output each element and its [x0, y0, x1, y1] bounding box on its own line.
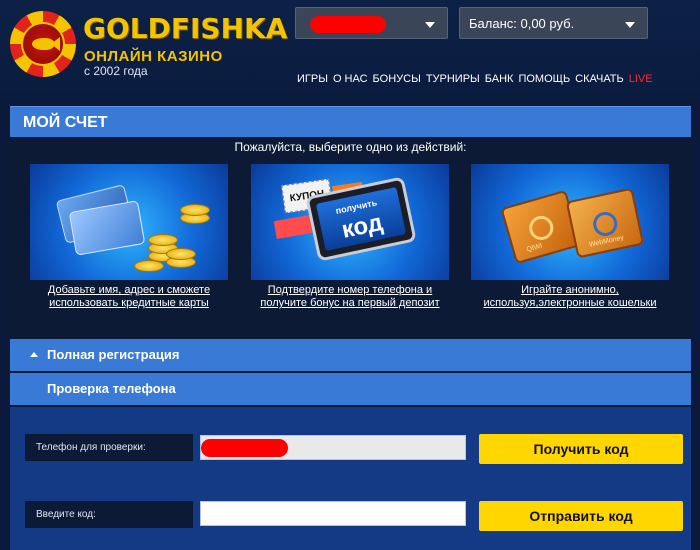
- option-link-ewallets[interactable]: Играйте анонимно, используя,электронные …: [460, 284, 680, 310]
- redacted-username: [310, 16, 386, 33]
- coin-icon: [134, 260, 164, 272]
- option-card-phone-code[interactable]: КУПОН получить код: [251, 164, 449, 280]
- nav-item-tournaments[interactable]: ТУРНИРЫ: [426, 73, 480, 85]
- nav-item-games[interactable]: ИГРЫ: [297, 73, 328, 85]
- accordion-label: Полная регистрация: [47, 347, 180, 362]
- page-title: МОЙ СЧЕТ: [10, 106, 691, 137]
- nav-item-about[interactable]: О НАС: [333, 73, 368, 85]
- webmoney-wallet-icon: WebMoney: [565, 187, 645, 259]
- site-header: GOLDFISHKA ОНЛАЙН КАЗИНО с 2002 года Бал…: [0, 0, 700, 100]
- action-prompt: Пожалуйста, выберите одно из действий:: [234, 140, 467, 154]
- nav-item-bonuses[interactable]: БОНУСЫ: [373, 73, 421, 85]
- accordion-label: Проверка телефона: [47, 381, 176, 396]
- main-nav: ИГРЫ О НАС БОНУСЫ ТУРНИРЫ БАНК ПОМОЩЬ СК…: [297, 73, 653, 85]
- redacted-phone: [201, 439, 288, 457]
- coin-icon: [166, 248, 196, 260]
- accordion-full-registration[interactable]: Полная регистрация: [10, 339, 691, 371]
- logo-chip-icon[interactable]: [10, 11, 76, 77]
- nav-item-help[interactable]: ПОМОЩЬ: [518, 73, 570, 85]
- logo-subtitle: ОНЛАЙН КАЗИНО: [84, 48, 223, 65]
- coupon-icon: [273, 215, 313, 239]
- balance-label: Баланс: 0,00 руб.: [469, 16, 575, 31]
- chevron-down-icon: [425, 22, 435, 28]
- account-panel: МОЙ СЧЕТ Пожалуйста, выберите одно из де…: [10, 106, 691, 550]
- logo-since: с 2002 года: [84, 64, 148, 78]
- code-label: Введите код:: [25, 501, 193, 528]
- phone-label: Телефон для проверки:: [25, 434, 193, 461]
- option-card-ewallets[interactable]: QIWI WebMoney: [471, 164, 669, 280]
- nav-item-bank[interactable]: БАНК: [485, 73, 514, 85]
- accordion-phone-check[interactable]: Проверка телефона: [10, 373, 691, 405]
- balance-dropdown[interactable]: Баланс: 0,00 руб.: [459, 7, 648, 39]
- send-code-button[interactable]: Отправить код: [479, 501, 683, 531]
- coin-icon: [180, 204, 210, 216]
- phone-screen-code: код: [339, 208, 386, 244]
- logo-title[interactable]: GOLDFISHKA: [83, 12, 287, 45]
- coin-icon: [148, 234, 178, 246]
- nav-item-live[interactable]: LIVE: [629, 73, 653, 85]
- phone-input[interactable]: [200, 435, 466, 460]
- nav-item-download[interactable]: СКАЧАТЬ: [575, 73, 624, 85]
- chevron-down-icon: [625, 22, 635, 28]
- chevron-up-icon: [30, 352, 38, 357]
- user-dropdown[interactable]: [295, 7, 448, 39]
- option-card-credit-cards[interactable]: [30, 164, 228, 280]
- option-link-credit-cards[interactable]: Добавьте имя, адрес и сможете использова…: [19, 284, 239, 310]
- code-input[interactable]: [200, 501, 466, 526]
- option-link-phone-code[interactable]: Подтвердите номер телефона и получите бо…: [240, 284, 460, 310]
- get-code-button[interactable]: Получить код: [479, 434, 683, 464]
